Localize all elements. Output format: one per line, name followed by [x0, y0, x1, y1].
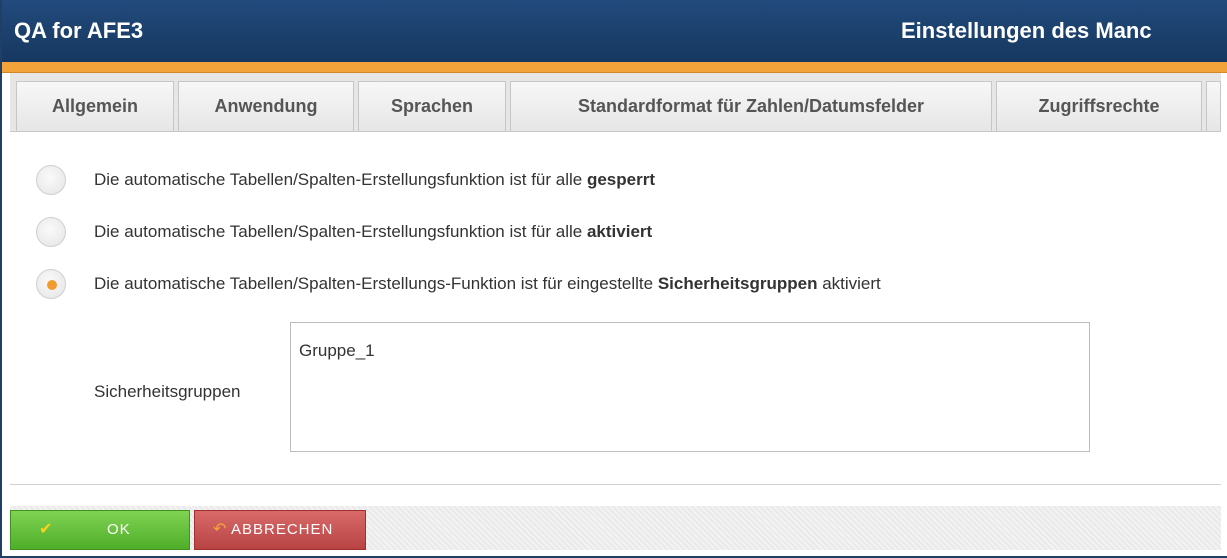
app-title: QA for AFE3: [14, 18, 144, 43]
list-item[interactable]: Gruppe_1: [299, 341, 375, 361]
radio-locked[interactable]: [36, 165, 66, 195]
security-groups-label: Sicherheitsgruppen: [94, 382, 241, 401]
title-bar: QA for AFE3 Einstellungen des Manc: [2, 0, 1227, 62]
radio-selected-dot: [47, 280, 57, 290]
cancel-button[interactable]: ↶ ABBRECHEN: [194, 510, 366, 550]
cancel-button-label: ABBRECHEN: [231, 521, 334, 538]
tab-zugriffsrechte[interactable]: Zugriffsrechte: [996, 81, 1202, 131]
settings-panel: Die automatische Tabellen/Spalten-Erstel…: [10, 132, 1221, 485]
tab-allgemein[interactable]: Allgemein: [16, 81, 174, 131]
tab-anwendung[interactable]: Anwendung: [178, 81, 354, 131]
option-security-groups-label: Die automatische Tabellen/Spalten-Erstel…: [94, 274, 881, 293]
radio-enabled-all[interactable]: [36, 217, 66, 247]
radio-security-groups[interactable]: [36, 269, 66, 299]
tab-overflow[interactable]: [1206, 81, 1221, 131]
button-bar: ✔ OK ↶ ABBRECHEN: [10, 506, 1221, 550]
ok-button-label: OK: [107, 521, 131, 538]
accent-divider: [2, 62, 1227, 73]
undo-arrow-icon: ↶: [213, 521, 228, 538]
dialog-title: Einstellungen des Manc: [901, 18, 1152, 43]
option-enabled-all-label: Die automatische Tabellen/Spalten-Erstel…: [94, 222, 653, 241]
dialog-window: QA for AFE3 Einstellungen des Manc Allge…: [0, 0, 1227, 558]
tab-strip: Allgemein Anwendung Sprachen Standardfor…: [10, 73, 1221, 132]
ok-button[interactable]: ✔ OK: [10, 510, 190, 550]
checkmark-icon: ✔: [39, 521, 54, 538]
option-locked-label: Die automatische Tabellen/Spalten-Erstel…: [94, 170, 655, 189]
tab-sprachen[interactable]: Sprachen: [358, 81, 506, 131]
security-groups-listbox[interactable]: Gruppe_1: [290, 322, 1090, 452]
tab-standardformat[interactable]: Standardformat für Zahlen/Datumsfelder: [510, 81, 992, 131]
